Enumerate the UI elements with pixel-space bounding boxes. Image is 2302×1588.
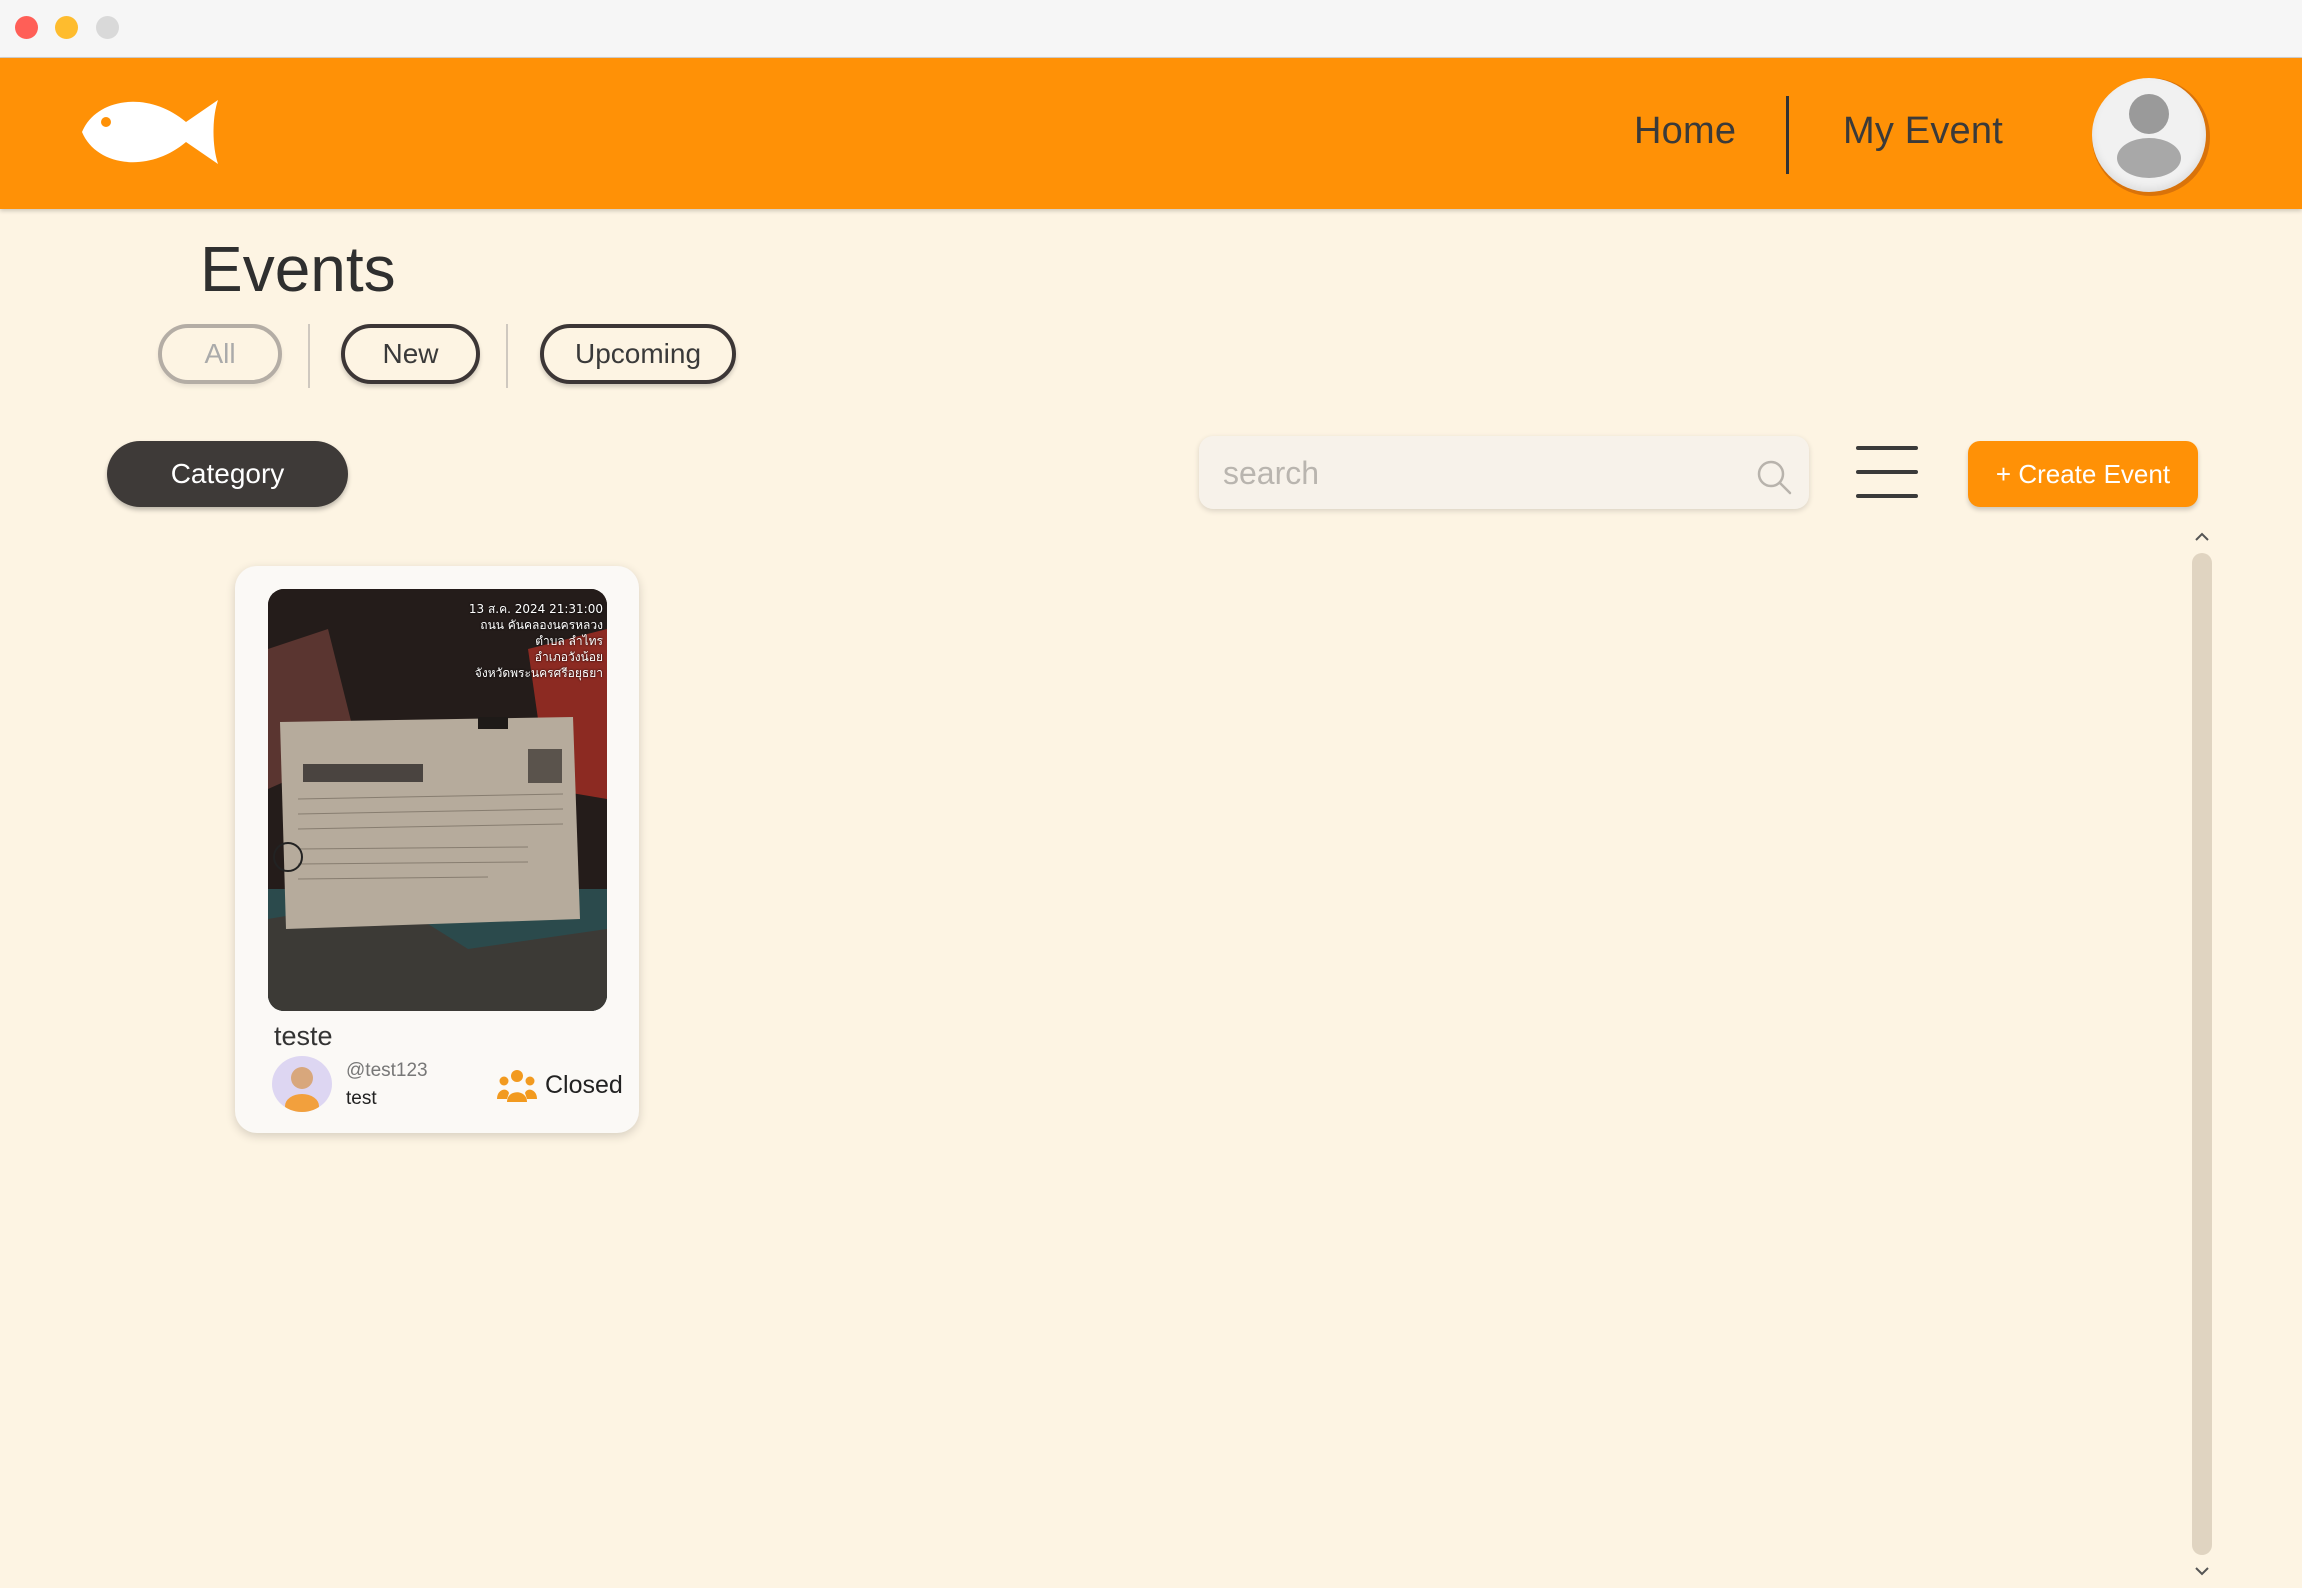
window-close-button[interactable]	[15, 16, 38, 39]
profile-button[interactable]	[2092, 78, 2210, 196]
nav-home-link[interactable]: Home	[1634, 110, 1736, 153]
search-box	[1199, 436, 1809, 511]
photo-timestamp-text: 13 ส.ค. 2024 21:31:00 ถนน คันคลองนครหลวง…	[468, 602, 603, 680]
scroll-down-arrow-icon[interactable]	[2192, 1562, 2212, 1580]
page-title: Events	[200, 233, 396, 305]
search-input[interactable]	[1221, 436, 1745, 511]
user-avatar-icon	[2092, 78, 2206, 192]
window-minimize-button[interactable]	[55, 16, 78, 39]
vertical-scrollbar[interactable]	[2192, 553, 2212, 1555]
category-button[interactable]: Category	[107, 441, 348, 507]
organizer-avatar	[272, 1056, 332, 1112]
nav-my-event-link[interactable]: My Event	[1843, 110, 2003, 153]
filter-all-button[interactable]: All	[158, 324, 282, 384]
event-status: Closed	[545, 1071, 623, 1099]
filter-new-button[interactable]: New	[341, 324, 480, 384]
nav-divider	[1786, 96, 1789, 174]
organizer-handle: @test123	[346, 1060, 428, 1081]
filter-upcoming-button[interactable]: Upcoming	[540, 324, 736, 384]
organizer-username: test	[346, 1088, 377, 1109]
event-photo: 13 ส.ค. 2024 21:31:00 ถนน คันคลองนครหลวง…	[268, 589, 607, 1011]
hamburger-menu-icon[interactable]	[1856, 446, 1918, 500]
window-maximize-button[interactable]	[96, 16, 119, 39]
window-titlebar	[0, 0, 2302, 58]
event-card[interactable]: 13 ส.ค. 2024 21:31:00 ถนน คันคลองนครหลวง…	[235, 566, 639, 1133]
fish-icon[interactable]	[78, 92, 223, 172]
event-title: teste	[274, 1021, 333, 1051]
scroll-up-arrow-icon[interactable]	[2192, 528, 2212, 546]
create-event-button[interactable]: + Create Event	[1968, 441, 2198, 507]
filter-divider	[506, 324, 508, 388]
people-icon	[497, 1070, 537, 1102]
app-header: Home My Event	[0, 58, 2302, 209]
search-icon[interactable]	[1755, 458, 1793, 496]
filter-divider	[308, 324, 310, 388]
